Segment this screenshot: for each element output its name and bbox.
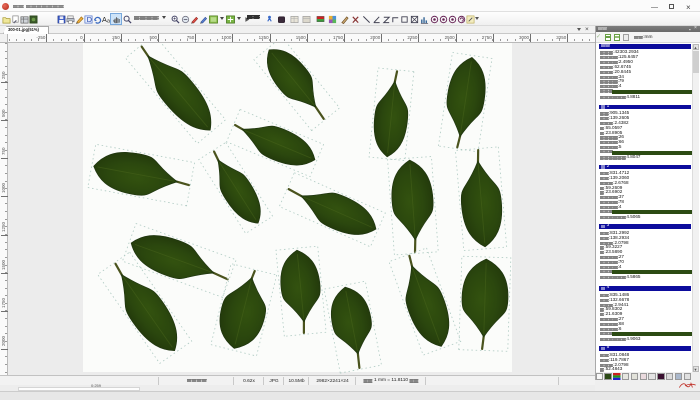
svg-text:D: D	[87, 15, 92, 24]
